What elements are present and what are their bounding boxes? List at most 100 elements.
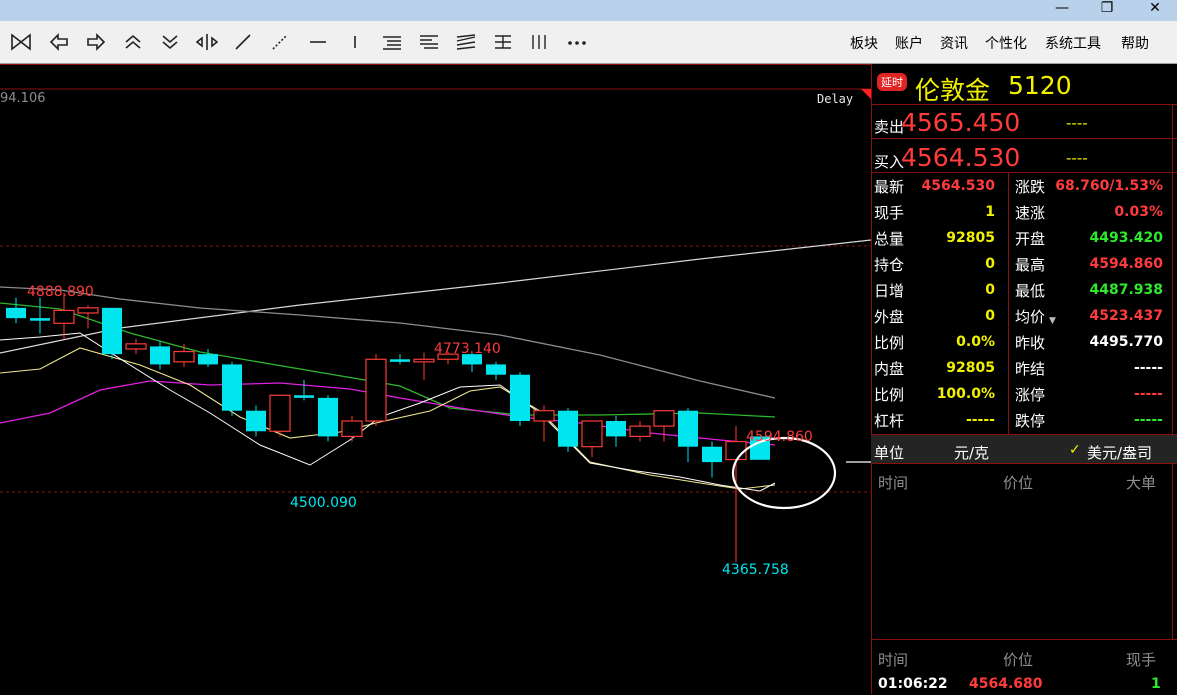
low-label-right: 4365.758	[722, 562, 789, 578]
instrument-code: 5120	[1008, 71, 1072, 100]
candles-group	[6, 293, 770, 562]
candle-down	[606, 420, 626, 437]
tick-qty: 1	[1151, 676, 1161, 692]
minimize-button[interactable]: —	[1042, 0, 1082, 21]
candle-down	[558, 410, 578, 447]
sell-price: 4565.450	[901, 108, 1021, 137]
candle-up	[125, 343, 147, 350]
trend-line	[0, 239, 871, 354]
quote-right-value: 4493.420	[1089, 230, 1163, 246]
quote-right-value: 4594.860	[1089, 256, 1163, 272]
quote-right-value: 4487.938	[1089, 282, 1163, 298]
buy-price: 4564.530	[901, 143, 1021, 172]
quote-left-value: -----	[965, 412, 995, 428]
check-icon[interactable]: ✓	[1069, 442, 1081, 458]
line-draw-icon[interactable]	[228, 27, 258, 57]
cycle-icon[interactable]	[525, 27, 555, 57]
vertical-line-icon[interactable]	[340, 27, 370, 57]
quote-left-value: 92805	[946, 360, 995, 376]
menu-news[interactable]: 资讯	[940, 33, 968, 53]
menu-personalize[interactable]: 个性化	[985, 33, 1027, 53]
candle-up	[533, 410, 555, 422]
title-bar: — ❐ ✕	[0, 0, 1177, 21]
tick-time: 01:06:22	[878, 676, 948, 692]
quote-left-value: 0	[985, 256, 995, 272]
double-up-icon[interactable]	[118, 27, 148, 57]
quote-right-label: 涨停	[1015, 386, 1046, 404]
highlight-circle	[731, 436, 837, 510]
collapse-icon[interactable]	[6, 27, 36, 57]
menu-system-tools[interactable]: 系统工具	[1045, 33, 1101, 53]
table2-header-qty: 现手	[1126, 651, 1157, 669]
quote-right-label: 涨跌	[1015, 178, 1046, 196]
quote-right-label: 开盘	[1015, 230, 1046, 248]
quote-left-label: 最新	[874, 178, 905, 196]
delay-label: Delay	[817, 92, 854, 106]
dotted-line-icon[interactable]	[265, 27, 295, 57]
candle-down	[6, 307, 26, 319]
maximize-button[interactable]: ❐	[1087, 0, 1127, 21]
candle-up	[581, 420, 603, 448]
high-label-left: 4888.890	[27, 284, 94, 300]
candle-down	[150, 346, 170, 365]
unit-value[interactable]: 元/克	[954, 442, 989, 463]
quote-left-value: 0.0%	[956, 334, 995, 350]
fan-icon[interactable]	[451, 27, 481, 57]
candle-down	[678, 410, 698, 447]
candle-down	[390, 359, 410, 362]
candlestick-svg[interactable]	[0, 65, 871, 695]
candle-up	[77, 307, 99, 314]
quote-right-label: 速涨	[1015, 204, 1046, 222]
currency-option[interactable]: 美元/盎司	[1087, 442, 1152, 463]
quote-left-label: 内盘	[874, 360, 905, 378]
quote-left-label: 现手	[874, 204, 905, 222]
table2-header-price: 价位	[1003, 651, 1034, 669]
candle-up	[413, 358, 435, 363]
double-down-icon[interactable]	[155, 27, 185, 57]
candle-down	[318, 397, 338, 437]
menu-account[interactable]: 账户	[895, 33, 923, 53]
candle-up	[269, 394, 291, 432]
arrow-left-icon[interactable]	[44, 27, 74, 57]
candle-up	[629, 425, 651, 438]
quote-left-label: 杠杆	[874, 412, 905, 430]
candle-down	[510, 374, 530, 421]
more-icon[interactable]	[562, 27, 592, 57]
horizontal-line-icon[interactable]	[303, 27, 333, 57]
candle-down	[486, 364, 506, 375]
arrow-right-icon[interactable]	[81, 27, 111, 57]
sell-label: 卖出	[874, 118, 905, 136]
quote-right-value: 68.760/1.53%	[1055, 178, 1163, 194]
high-label-mid: 4773.140	[434, 341, 501, 357]
candle-down	[102, 307, 122, 355]
candle-down	[246, 410, 266, 432]
quote-left-value: 100.0%	[936, 386, 995, 402]
quote-left-value: 0	[985, 282, 995, 298]
quote-left-label: 比例	[874, 386, 905, 404]
sell-volume: ----	[1066, 114, 1088, 132]
fib-icon[interactable]	[414, 27, 444, 57]
unit-label: 单位	[874, 444, 905, 462]
kline-chart[interactable]: 94.106 Delay 4888.890 4773.140 4500.090 …	[0, 64, 871, 695]
gann-icon[interactable]	[488, 27, 518, 57]
quote-left-label: 外盘	[874, 308, 905, 326]
candle-up	[725, 440, 747, 461]
candle-down	[198, 354, 218, 365]
close-button[interactable]: ✕	[1135, 0, 1175, 21]
quote-left-value: 0	[985, 308, 995, 324]
quote-right-label: 均价	[1015, 308, 1046, 326]
quote-left-label: 比例	[874, 334, 905, 352]
table1-header-bigorder: 大单	[1126, 474, 1157, 492]
quote-right-value: -----	[1133, 386, 1163, 402]
table1-header-time: 时间	[878, 474, 909, 492]
chevron-down-icon[interactable]: ▼	[1049, 316, 1056, 326]
instrument-name: 伦敦金	[915, 76, 991, 105]
menu-sector[interactable]: 板块	[850, 33, 878, 53]
candle-down	[222, 364, 242, 411]
candle-up	[341, 420, 363, 438]
quote-left-value: 1	[985, 204, 995, 220]
channel-icon[interactable]	[377, 27, 407, 57]
menu-help[interactable]: 帮助	[1121, 33, 1149, 53]
candle-up	[653, 410, 675, 427]
split-icon[interactable]	[192, 27, 222, 57]
